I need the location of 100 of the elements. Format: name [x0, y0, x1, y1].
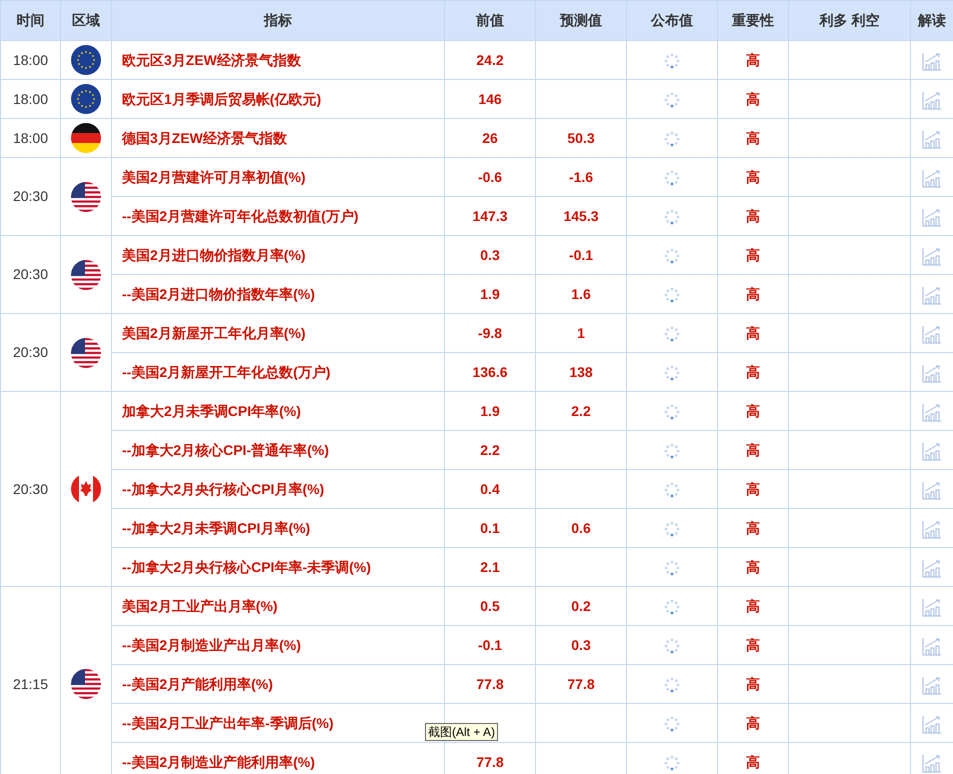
loading-icon [664, 638, 680, 654]
importance-label: 高 [746, 520, 760, 536]
importance-label: 高 [746, 208, 760, 224]
previous-value: 2.1 [480, 558, 500, 574]
chart-icon[interactable] [922, 90, 942, 110]
importance-label: 高 [746, 90, 760, 106]
time-cell: 20:30 [0, 236, 60, 314]
forecast-value: 77.8 [567, 676, 595, 692]
indicator-name: 德国3月ZEW经济景气指数 [122, 130, 287, 146]
chart-icon[interactable] [922, 128, 942, 149]
forecast-value: 2.2 [571, 402, 591, 418]
column-header: 预测值 [536, 0, 626, 40]
column-header: 公布值 [626, 0, 718, 40]
previous-value: 77.8 [476, 754, 504, 770]
loading-icon [664, 92, 680, 108]
previous-value: -0.1 [478, 636, 502, 652]
usa-flag-icon [71, 338, 101, 368]
time-cell: 20:30 [0, 392, 60, 586]
previous-value: 146 [478, 90, 502, 106]
importance-label: 高 [746, 324, 760, 340]
indicator-name: --美国2月新屋开工年化总数(万户) [122, 364, 330, 380]
importance-label: 高 [746, 636, 760, 652]
chart-icon[interactable] [922, 206, 942, 227]
loading-icon [664, 716, 680, 732]
importance-label: 高 [746, 246, 760, 262]
chart-icon[interactable] [922, 752, 942, 773]
column-header: 时间 [0, 0, 60, 40]
usa-flag-icon [71, 260, 101, 290]
column-header: 区域 [60, 0, 112, 40]
forecast-value: 1 [577, 324, 585, 340]
importance-label: 高 [746, 52, 760, 68]
column-header: 重要性 [718, 0, 788, 40]
time-cell: 18:00 [0, 118, 60, 158]
loading-icon [664, 130, 680, 147]
indicator-name: --美国2月制造业产能利用率(%) [122, 754, 315, 770]
previous-value: 77.8 [476, 676, 504, 692]
chart-icon[interactable] [922, 440, 942, 461]
importance-label: 高 [746, 480, 760, 496]
tooltip: 截图(Alt + A) [425, 723, 498, 741]
loading-icon [664, 404, 680, 420]
indicator-name: 美国2月新屋开工年化月率(%) [122, 324, 306, 340]
time-cell: 21:15 [0, 586, 60, 774]
chart-icon[interactable] [922, 362, 942, 383]
forecast-value: 1.6 [571, 286, 591, 302]
previous-value: 1.9 [480, 402, 500, 418]
chart-icon[interactable] [922, 558, 942, 578]
germany-flag-icon [71, 123, 101, 153]
forecast-value: 145.3 [563, 208, 599, 224]
indicator-name: 美国2月营建许可月率初值(%) [122, 168, 306, 184]
indicator-name: --美国2月制造业产出月率(%) [122, 636, 301, 652]
chart-icon[interactable] [922, 636, 942, 656]
indicator-name: 欧元区1月季调后贸易帐(亿欧元) [122, 90, 322, 106]
loading-icon [664, 598, 680, 615]
time-cell: 18:00 [0, 80, 60, 118]
previous-value: 1.9 [480, 286, 500, 302]
chart-icon[interactable] [922, 714, 942, 734]
indicator-name: 美国2月工业产出月率(%) [122, 598, 278, 614]
usa-flag-icon [71, 669, 101, 699]
chart-icon[interactable] [922, 596, 942, 617]
previous-value: 0.5 [480, 598, 500, 614]
previous-value: 0.1 [480, 520, 500, 536]
forecast-value: 50.3 [567, 130, 595, 146]
chart-icon[interactable] [922, 674, 942, 695]
indicator-name: --加拿大2月核心CPI-普通年率(%) [122, 442, 329, 458]
time-cell: 18:00 [0, 40, 60, 80]
importance-label: 高 [746, 598, 760, 614]
loading-icon [664, 560, 680, 576]
loading-icon [664, 286, 680, 303]
chart-icon[interactable] [922, 50, 942, 71]
chart-icon[interactable] [922, 518, 942, 539]
indicator-name: 加拿大2月未季调CPI年率(%) [122, 402, 301, 418]
chart-icon[interactable] [922, 480, 942, 500]
eu-flag-icon [71, 45, 101, 75]
chart-icon[interactable] [922, 284, 942, 305]
indicator-name: --美国2月工业产出年率-季调后(%) [122, 714, 334, 730]
column-header: 利多 利空 [788, 0, 910, 40]
chart-icon[interactable] [922, 402, 942, 422]
time-cell: 20:30 [0, 158, 60, 236]
canada-flag-icon [71, 474, 101, 504]
importance-label: 高 [746, 286, 760, 302]
loading-icon [664, 52, 680, 69]
previous-value: 24.2 [476, 52, 504, 68]
chart-icon[interactable] [922, 324, 942, 344]
importance-label: 高 [746, 754, 760, 770]
forecast-value: -0.1 [568, 246, 594, 262]
chart-icon[interactable] [922, 168, 942, 188]
usa-flag-icon [71, 182, 101, 212]
previous-value: -0.6 [478, 168, 502, 184]
previous-value: 0.4 [480, 480, 500, 496]
forecast-value: 0.2 [571, 598, 591, 614]
indicator-name: --美国2月营建许可年化总数初值(万户) [122, 208, 358, 224]
forecast-value: 138 [569, 364, 593, 380]
column-header: 指标 [112, 0, 444, 40]
importance-label: 高 [746, 676, 760, 692]
indicator-name: --加拿大2月未季调CPI月率(%) [122, 520, 310, 536]
indicator-name: --美国2月进口物价指数年率(%) [122, 286, 315, 302]
indicator-name: --美国2月产能利用率(%) [122, 676, 273, 692]
previous-value: -9.8 [478, 324, 502, 340]
chart-icon[interactable] [922, 246, 942, 266]
importance-label: 高 [746, 364, 760, 380]
